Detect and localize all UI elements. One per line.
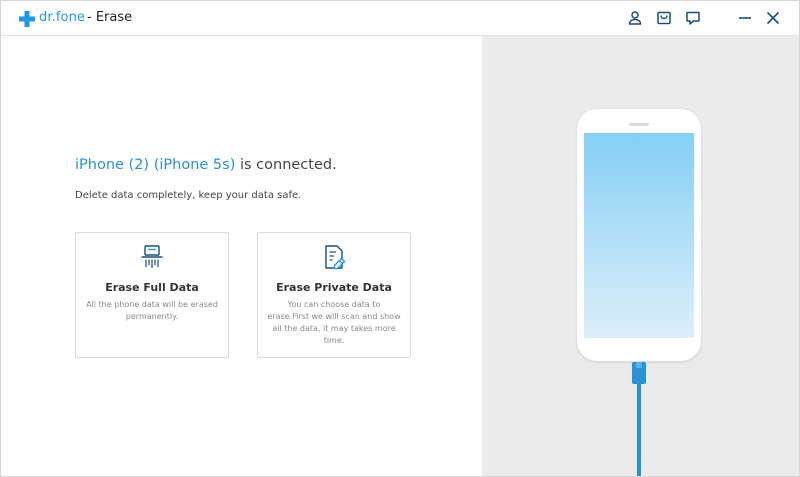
- device-name: iPhone (2) (iPhone 5s): [75, 157, 236, 173]
- usb-cable: [637, 384, 641, 476]
- option-description: You can choose data to erase.First we wi…: [267, 300, 401, 345]
- connection-status: iPhone (2) (iPhone 5s) is connected.: [75, 157, 337, 173]
- phone-illustration: [577, 109, 701, 361]
- document-erase-icon: [325, 245, 346, 270]
- option-title: Erase Full Data: [105, 281, 199, 294]
- title-bar: dr.fone - Erase: [1, 1, 799, 36]
- drfone-logo-icon: [19, 11, 35, 27]
- content-panel: iPhone (2) (iPhone 5s) is connected. Del…: [1, 36, 482, 476]
- account-icon[interactable]: [627, 10, 643, 26]
- phone-speaker: [629, 123, 649, 126]
- close-icon[interactable]: [765, 10, 781, 26]
- device-illustration-panel: [482, 36, 799, 476]
- erase-private-data-card[interactable]: Erase Private Data You can choose data t…: [257, 232, 411, 358]
- option-title: Erase Private Data: [276, 281, 392, 294]
- shredder-icon: [141, 245, 163, 268]
- option-description: All the phone data will be erased perman…: [86, 300, 218, 321]
- feedback-icon[interactable]: [685, 10, 701, 26]
- connected-text: is connected.: [235, 157, 337, 173]
- minimize-icon[interactable]: [737, 10, 753, 26]
- cable-connector-tip: [636, 362, 642, 368]
- cart-icon[interactable]: [656, 10, 672, 26]
- module-title: - Erase: [87, 10, 133, 25]
- app-window: dr.fone - Erase iPhone (2) (iPhone 5s) i…: [0, 0, 800, 477]
- brand-name: dr.fone: [39, 10, 86, 25]
- erase-full-data-card[interactable]: Erase Full Data All the phone data will …: [75, 232, 229, 358]
- phone-screen: [584, 133, 694, 338]
- page-subtitle: Delete data completely, keep your data s…: [75, 190, 302, 201]
